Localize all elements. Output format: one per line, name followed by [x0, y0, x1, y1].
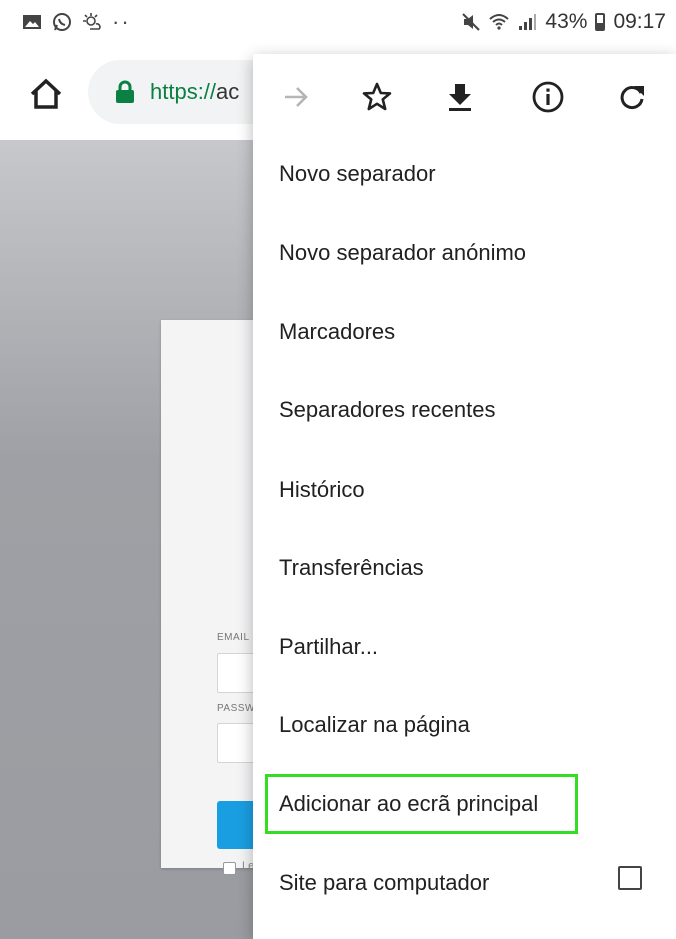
menu-item-add-to-home-screen[interactable]: Adicionar ao ecrã principal [279, 791, 538, 817]
wifi-icon [489, 14, 510, 30]
weather-icon [83, 13, 101, 30]
battery-percent: 43% [545, 10, 588, 33]
download-button[interactable] [441, 78, 479, 116]
forward-button[interactable] [277, 78, 315, 116]
info-icon [532, 81, 564, 113]
whatsapp-icon [53, 13, 71, 31]
menu-item-bookmarks[interactable]: Marcadores [279, 319, 395, 345]
reload-icon [620, 86, 644, 109]
image-icon [23, 15, 41, 29]
page-info-button[interactable] [529, 78, 567, 116]
bookmark-star-icon [362, 82, 392, 111]
forward-icon [285, 87, 308, 107]
lock-icon [116, 80, 134, 103]
desktop-site-checkbox[interactable] [618, 866, 642, 890]
password-label: PASSW [217, 703, 255, 714]
url-text[interactable]: https://ac [150, 79, 239, 105]
overflow-menu: Novo separador Novo separador anónimo Ma… [253, 54, 676, 939]
menu-item-find-in-page[interactable]: Localizar na página [279, 712, 470, 738]
menu-item-downloads[interactable]: Transferências [279, 555, 424, 581]
notification-icons: ·· [22, 9, 131, 34]
menu-item-desktop-site[interactable]: Site para computador [279, 870, 489, 896]
menu-item-recent-tabs[interactable]: Separadores recentes [279, 397, 495, 423]
battery-icon [595, 13, 606, 31]
more-notifications-icon: ·· [112, 9, 131, 34]
menu-icon-row [253, 54, 676, 140]
menu-item-history[interactable]: Histórico [279, 477, 365, 503]
system-icons: 43% 09:17 [461, 10, 666, 34]
status-bar: ·· 43% 09:17 [0, 0, 676, 48]
url-host: ac [216, 79, 240, 104]
clock: 09:17 [613, 10, 666, 33]
signal-icon [519, 14, 537, 30]
mute-icon [462, 13, 481, 31]
email-label: EMAIL [217, 632, 250, 643]
menu-item-new-incognito-tab[interactable]: Novo separador anónimo [279, 240, 526, 266]
home-icon[interactable] [26, 74, 66, 114]
bookmark-button[interactable] [358, 78, 396, 116]
url-scheme: https:// [150, 79, 217, 104]
reload-button[interactable] [613, 78, 651, 116]
download-icon [449, 84, 471, 111]
menu-item-new-tab[interactable]: Novo separador [279, 161, 436, 187]
menu-item-share[interactable]: Partilhar... [279, 634, 378, 660]
remember-checkbox[interactable] [223, 862, 236, 875]
